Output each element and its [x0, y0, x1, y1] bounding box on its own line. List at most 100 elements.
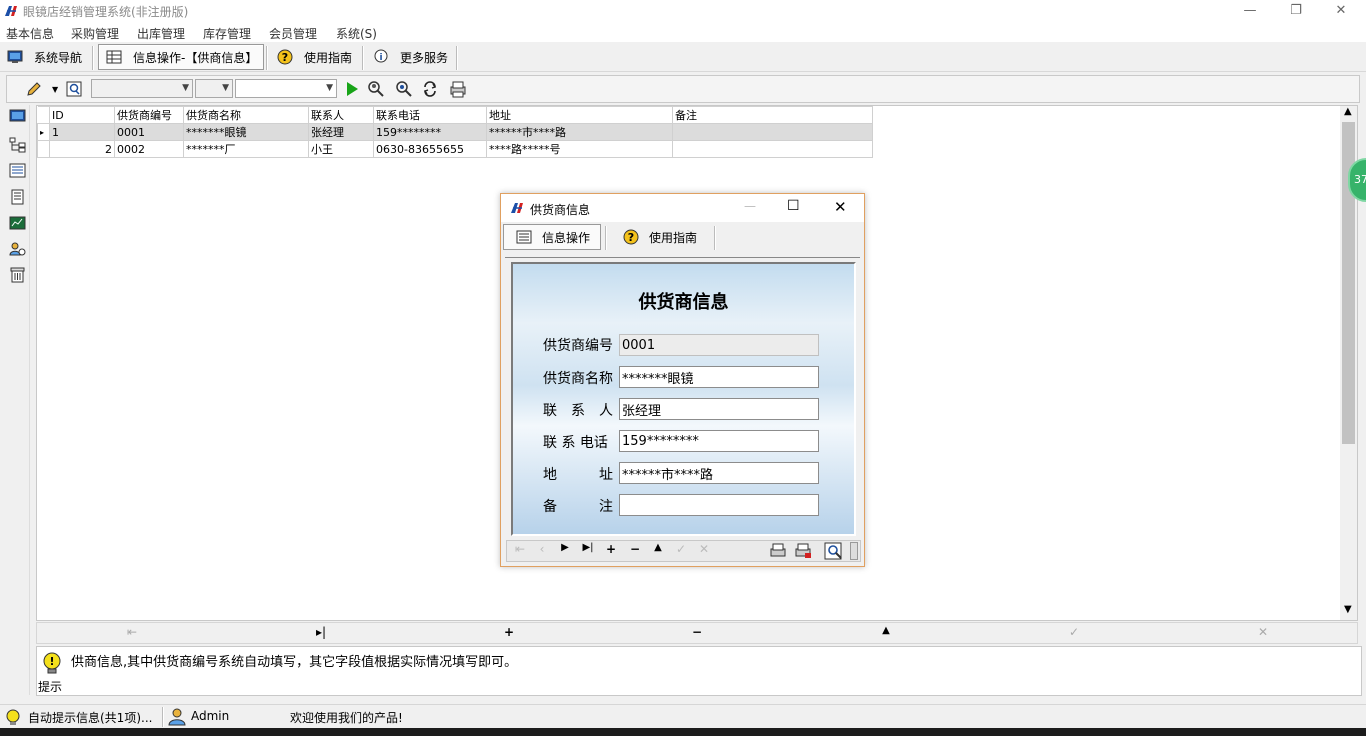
cell-code[interactable]: 0001: [114, 123, 184, 141]
column-header-code[interactable]: 供货商编号: [114, 106, 184, 124]
dropdown-arrow-icon[interactable]: ▼: [52, 85, 58, 94]
cell-id[interactable]: 2: [49, 140, 115, 158]
dialog-minimize-button[interactable]: —: [744, 199, 756, 213]
print-preview-icon[interactable]: [769, 543, 787, 559]
dialog-tab-guide[interactable]: ? 使用指南: [623, 224, 697, 250]
cancel-record-icon[interactable]: ✕: [694, 542, 714, 556]
supplier-table: ID 供货商编号 供货商名称 联系人 联系电话 地址 备注 ▸ 1 0001 *…: [37, 106, 873, 158]
trash-icon[interactable]: [9, 267, 27, 283]
table-row[interactable]: 2 0002 *******厂 小王 0630-83655655 ****路**…: [37, 140, 873, 158]
menu-inventory[interactable]: 库存管理: [203, 25, 251, 42]
dialog-title: 供货商信息: [530, 203, 591, 217]
operator-select[interactable]: ▼: [195, 79, 233, 98]
cell-phone[interactable]: 0630-83655655: [373, 140, 487, 158]
tree-icon[interactable]: [9, 137, 27, 153]
scroll-up-icon[interactable]: ▲: [1344, 106, 1352, 117]
table-row[interactable]: ▸ 1 0001 *******眼镜 张经理 159******** *****…: [37, 123, 873, 141]
label-address: 地 址: [543, 467, 613, 483]
form-icon[interactable]: [9, 163, 27, 179]
svg-text:?: ?: [628, 231, 634, 244]
alert-icon: [6, 709, 20, 725]
monitor-icon[interactable]: [9, 109, 27, 125]
tab-system-nav[interactable]: 系统导航: [6, 44, 82, 70]
column-header-name[interactable]: 供货商名称: [183, 106, 309, 124]
column-header-address[interactable]: 地址: [486, 106, 673, 124]
scroll-down-icon[interactable]: ▼: [1344, 604, 1352, 615]
cell-name[interactable]: *******厂: [183, 140, 309, 158]
navigator-scroll-handle[interactable]: [850, 542, 858, 560]
dialog-maximize-button[interactable]: ☐: [787, 198, 800, 214]
status-auto-tip[interactable]: 自动提示信息(共1项)...: [28, 709, 152, 726]
print-icon[interactable]: [794, 543, 812, 559]
cell-note[interactable]: [672, 123, 873, 141]
first-record-icon[interactable]: ⇤: [510, 542, 530, 556]
cell-address[interactable]: ****路*****号: [486, 140, 673, 158]
edit-pencil-icon[interactable]: [25, 80, 43, 98]
menu-members[interactable]: 会员管理: [269, 25, 317, 42]
dialog-close-button[interactable]: ✕: [834, 198, 847, 216]
column-header-phone[interactable]: 联系电话: [373, 106, 487, 124]
cell-code[interactable]: 0002: [114, 140, 184, 158]
phone-field[interactable]: [619, 430, 819, 452]
grid-navigator: ⇤ ▸| + − ▲ ✓ ✕: [36, 622, 1358, 644]
minimize-button[interactable]: —: [1227, 0, 1273, 22]
run-query-icon[interactable]: [343, 80, 361, 98]
column-header-contact[interactable]: 联系人: [308, 106, 374, 124]
value-select[interactable]: ▼: [235, 79, 337, 98]
query-toolbar: ▼ ▼ ▼ ▼: [6, 75, 1360, 103]
cell-contact[interactable]: 小王: [308, 140, 374, 158]
delete-record-icon[interactable]: −: [625, 542, 645, 556]
cell-note[interactable]: [672, 140, 873, 158]
preview-icon[interactable]: [65, 80, 83, 98]
label-phone: 联 系 电话: [543, 435, 608, 451]
tab-more-services[interactable]: i 更多服务: [372, 44, 448, 70]
label-supplier-name: 供货商名称: [543, 371, 613, 387]
lightbulb-icon: !: [43, 652, 61, 674]
tab-user-guide[interactable]: ? 使用指南: [276, 44, 352, 70]
main-toolbar: 系统导航 信息操作-【供商信息】 ? 使用指南 i 更多服务: [0, 42, 1366, 72]
cell-id[interactable]: 1: [49, 123, 115, 141]
post-record-icon[interactable]: ✓: [671, 542, 691, 556]
dialog-tab-operations-label: 信息操作: [542, 230, 591, 245]
dialog-tab-operations[interactable]: 信息操作: [503, 224, 602, 250]
menu-basic-info[interactable]: 基本信息: [6, 25, 54, 42]
print-icon[interactable]: [449, 80, 467, 98]
supplier-name-field[interactable]: [619, 366, 819, 388]
note-field[interactable]: [619, 494, 819, 516]
delete-record-icon[interactable]: −: [687, 625, 707, 639]
search-user-icon[interactable]: [367, 80, 385, 98]
cell-contact[interactable]: 张经理: [308, 123, 374, 141]
last-record-icon[interactable]: ▶|: [578, 542, 598, 553]
close-button[interactable]: ✕: [1318, 0, 1364, 22]
insert-record-icon[interactable]: +: [499, 625, 519, 639]
address-field[interactable]: [619, 462, 819, 484]
first-record-icon[interactable]: ⇤: [122, 625, 142, 639]
field-select[interactable]: ▼: [91, 79, 193, 98]
search-preview-icon[interactable]: [824, 542, 844, 561]
contact-field[interactable]: [619, 398, 819, 420]
cell-phone[interactable]: 159********: [373, 123, 487, 141]
column-header-note[interactable]: 备注: [672, 106, 873, 124]
menu-purchase[interactable]: 采购管理: [71, 25, 119, 42]
next-record-icon[interactable]: ▶: [555, 542, 575, 553]
insert-record-icon[interactable]: +: [601, 542, 621, 556]
post-record-icon[interactable]: ✓: [1064, 625, 1084, 639]
tab-info-operations[interactable]: 信息操作-【供商信息】: [98, 44, 265, 70]
menu-outbound[interactable]: 出库管理: [137, 25, 185, 42]
chart-icon[interactable]: [9, 215, 27, 231]
column-header-id[interactable]: ID: [49, 106, 115, 124]
restore-button[interactable]: ❐: [1273, 0, 1319, 22]
document-icon[interactable]: [9, 189, 27, 205]
menu-system[interactable]: 系统(S): [336, 25, 377, 42]
cell-name[interactable]: *******眼镜: [183, 123, 309, 141]
refresh-icon[interactable]: [421, 80, 439, 98]
cell-address[interactable]: ******市****路: [486, 123, 673, 141]
cancel-record-icon[interactable]: ✕: [1253, 625, 1273, 639]
users-settings-icon[interactable]: [9, 241, 27, 257]
edit-record-icon[interactable]: ▲: [876, 625, 896, 636]
advanced-search-icon[interactable]: [395, 80, 413, 98]
edit-record-icon[interactable]: ▲: [648, 542, 668, 553]
last-record-icon[interactable]: ▸|: [311, 625, 331, 639]
prior-record-icon[interactable]: ‹: [532, 542, 552, 556]
tab-user-guide-label: 使用指南: [304, 50, 353, 65]
